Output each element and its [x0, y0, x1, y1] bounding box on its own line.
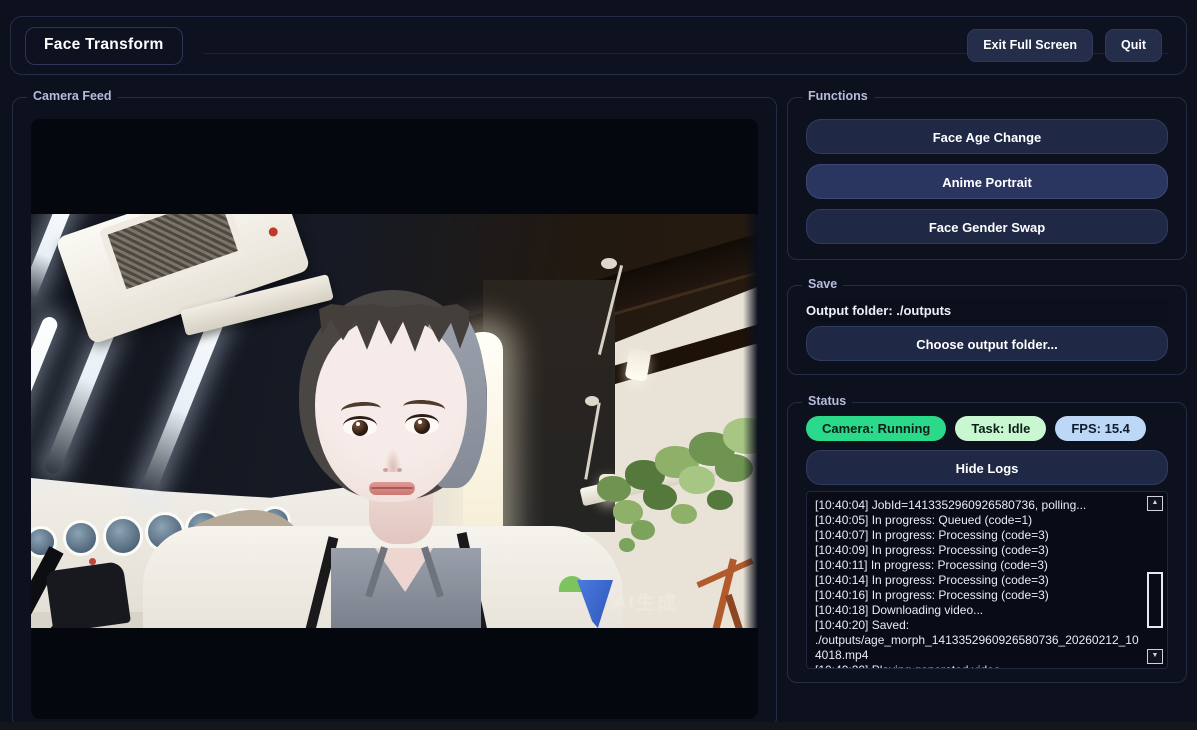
save-legend: Save — [802, 277, 843, 291]
plant-leaf — [631, 520, 655, 540]
log-line: [10:40:11] In progress: Processing (code… — [815, 558, 1145, 573]
status-legend: Status — [802, 394, 852, 408]
log-output[interactable]: [10:40:04] JobId=1413352960926580736, po… — [806, 491, 1168, 669]
person-nostril — [397, 468, 402, 472]
fps-badge: FPS: 15.4 — [1055, 416, 1146, 441]
person-eye — [405, 414, 439, 434]
log-line: [10:40:14] In progress: Processing (code… — [815, 573, 1145, 588]
ac-indicator — [268, 226, 279, 237]
person-nostril — [383, 468, 388, 472]
person-eye — [343, 416, 377, 436]
app-title: Face Transform — [25, 27, 183, 65]
camera-video: AI生成 — [31, 119, 758, 719]
camera-status-badge: Camera: Running — [806, 416, 946, 441]
log-line: [10:40:20] Playing generated video... — [815, 663, 1145, 669]
exit-fullscreen-button[interactable]: Exit Full Screen — [967, 29, 1093, 62]
log-line: [10:40:18] Downloading video... — [815, 603, 1145, 618]
top-bar: Face Transform Exit Full Screen Quit — [10, 16, 1187, 75]
plant-leaf — [643, 484, 677, 510]
person-lipline — [371, 487, 413, 489]
log-line: [10:40:09] In progress: Processing (code… — [815, 543, 1145, 558]
orange-frame — [725, 594, 744, 628]
person-head — [293, 290, 493, 520]
office-chair — [45, 561, 131, 628]
ai-watermark: AI生成 — [613, 588, 678, 615]
anime-portrait-button[interactable]: Anime Portrait — [806, 164, 1168, 199]
scroll-up-icon[interactable]: ▲ — [1147, 496, 1163, 511]
quit-button[interactable]: Quit — [1105, 29, 1162, 62]
footer-strip — [0, 722, 1197, 730]
app-window: Face Transform Exit Full Screen Quit Cam… — [0, 0, 1197, 730]
log-line: [10:40:16] In progress: Processing (code… — [815, 588, 1145, 603]
face-gender-swap-button[interactable]: Face Gender Swap — [806, 209, 1168, 244]
pendant-lamp-mount — [601, 258, 617, 269]
wall-porthole — [103, 516, 143, 556]
hide-logs-button[interactable]: Hide Logs — [806, 450, 1168, 485]
plant-leaf — [619, 538, 635, 552]
scroll-down-icon[interactable]: ▼ — [1147, 649, 1163, 664]
pendant-lamp — [625, 348, 652, 381]
camera-feed-panel: Camera Feed — [12, 97, 777, 728]
save-panel: Save Output folder: ./outputs Choose out… — [787, 285, 1187, 375]
person-iris — [352, 420, 368, 436]
ac-grille — [99, 214, 247, 298]
log-line: [10:40:04] JobId=1413352960926580736, po… — [815, 498, 1145, 513]
scrollbar-thumb[interactable] — [1147, 572, 1163, 628]
person-iris — [414, 418, 430, 434]
plant-leaf — [671, 504, 697, 524]
log-line: [10:40:05] In progress: Queued (code=1) — [815, 513, 1145, 528]
functions-legend: Functions — [802, 89, 874, 103]
log-line: [10:40:07] In progress: Processing (code… — [815, 528, 1145, 543]
wall-porthole — [63, 520, 99, 556]
face-age-change-button[interactable]: Face Age Change — [806, 119, 1168, 154]
output-folder-label: Output folder: ./outputs — [806, 300, 1168, 322]
choose-output-folder-button[interactable]: Choose output folder... — [806, 326, 1168, 361]
camera-feed-legend: Camera Feed — [27, 89, 118, 103]
eye-glint — [356, 422, 360, 426]
eye-glint — [418, 420, 422, 424]
plant-leaf — [679, 466, 715, 494]
scene-right-shade — [743, 214, 758, 628]
task-status-badge: Task: Idle — [955, 416, 1046, 441]
status-badges: Camera: Running Task: Idle FPS: 15.4 — [806, 416, 1146, 441]
topbar-actions: Exit Full Screen Quit — [967, 29, 1162, 62]
plant-leaf — [707, 490, 733, 510]
status-panel: Status Camera: Running Task: Idle FPS: 1… — [787, 402, 1187, 683]
functions-panel: Functions Face Age Change Anime Portrait… — [787, 97, 1187, 260]
camera-video-frame: AI生成 — [31, 214, 758, 628]
log-line: [10:40:20] Saved: ./outputs/age_morph_14… — [815, 618, 1145, 663]
